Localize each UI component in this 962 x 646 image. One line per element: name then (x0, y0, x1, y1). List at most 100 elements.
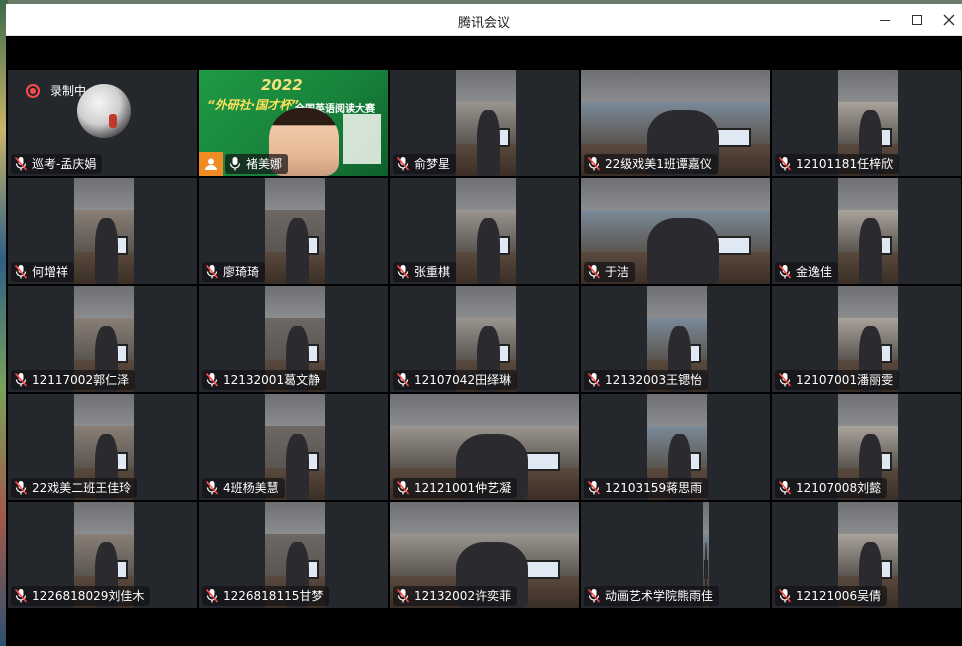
participant-name: 12132001葛文静 (223, 373, 321, 387)
participant-name-tag: 1226818115甘梦 (202, 586, 330, 606)
bottom-bar (6, 614, 962, 646)
mic-muted-icon (14, 480, 28, 495)
mic-muted-icon (396, 372, 410, 387)
participant-name-tag: 巡考-孟庆娟 (11, 154, 103, 174)
participant-tile[interactable]: 12121001仲艺凝 (390, 394, 579, 500)
mic-muted-icon (396, 264, 410, 279)
mic-muted-icon (14, 372, 28, 387)
participant-tile[interactable]: 录制中 巡考-孟庆娟 (8, 70, 197, 176)
participant-tile[interactable]: 张重棋 (390, 178, 579, 284)
meeting-window: 腾讯会议 录制中 巡考-孟庆娟 2022 “外研社·国才杯” 全国英语阅读大赛 褚美娜… (6, 4, 962, 646)
avatar (77, 84, 131, 138)
mic-icon (229, 157, 241, 171)
mic-muted-icon (587, 588, 601, 603)
mic-muted-icon (778, 264, 792, 279)
participant-name: 12132002许奕菲 (414, 589, 512, 603)
minimize-button[interactable] (875, 10, 895, 30)
participant-video (265, 178, 325, 284)
participant-tile[interactable]: 12117002郭仁泽 (8, 286, 197, 392)
participant-tile[interactable]: 12107042田绎琳 (390, 286, 579, 392)
participant-name: 金逸佳 (796, 265, 833, 279)
close-button[interactable] (939, 10, 959, 30)
participant-tile[interactable]: 22戏美二班王佳玲 (8, 394, 197, 500)
mic-muted-icon (205, 264, 219, 279)
window-title: 腾讯会议 (457, 16, 510, 31)
participant-tile[interactable]: 4班杨美慧 (199, 394, 388, 500)
participant-name-tag: 廖琦琦 (202, 262, 266, 282)
participant-name-tag: 12132003王锶怡 (584, 370, 709, 390)
participant-tile[interactable]: 动画艺术学院熊雨佳 (581, 502, 770, 608)
participant-tile[interactable]: 何增祥 (8, 178, 197, 284)
participant-tile[interactable]: 俞梦星 (390, 70, 579, 176)
participant-name-tag: 12117002郭仁泽 (11, 370, 136, 390)
participant-name: 4班杨美慧 (223, 481, 279, 495)
mic-muted-icon (205, 480, 219, 495)
participant-name: 1226818029刘佳木 (32, 589, 145, 603)
participant-name-tag: 12132002许奕菲 (393, 586, 518, 606)
participant-tile[interactable]: 于洁 (581, 178, 770, 284)
participant-name-tag: 12103159蒋思雨 (584, 478, 709, 498)
participant-name: 12107042田绎琳 (414, 373, 512, 387)
participant-name-tag: 12121006吴倩 (775, 586, 888, 606)
mic-muted-icon (205, 372, 219, 387)
maximize-icon (912, 15, 922, 25)
host-badge (199, 152, 223, 176)
participant-video (74, 178, 134, 284)
participant-name-tag: 褚美娜 (225, 154, 289, 174)
participant-name: 于洁 (605, 265, 630, 279)
participant-name-tag: 12107042田绎琳 (393, 370, 518, 390)
mic-muted-icon (778, 480, 792, 495)
participant-name: 12121001仲艺凝 (414, 481, 512, 495)
mic-muted-icon (205, 588, 219, 603)
participant-name-tag: 12101181任梓欣 (775, 154, 900, 174)
participant-name-tag: 12121001仲艺凝 (393, 478, 518, 498)
participant-name-tag: 金逸佳 (775, 262, 839, 282)
participant-name: 22级戏美1班谭嘉仪 (605, 157, 712, 171)
participant-tile[interactable]: 12132001葛文静 (199, 286, 388, 392)
mic-muted-icon (778, 372, 792, 387)
participant-tile[interactable]: 12103159蒋思雨 (581, 394, 770, 500)
mic-muted-icon (587, 156, 601, 171)
participant-name: 12101181任梓欣 (796, 157, 894, 171)
participant-tile[interactable]: 金逸佳 (772, 178, 961, 284)
participant-tile[interactable]: 12132002许奕菲 (390, 502, 579, 608)
participant-tile[interactable]: 12101181任梓欣 (772, 70, 961, 176)
participant-name: 何增祥 (32, 265, 69, 279)
participant-name: 12132003王锶怡 (605, 373, 703, 387)
participant-name-tag: 22戏美二班王佳玲 (11, 478, 138, 498)
maximize-button[interactable] (907, 10, 927, 30)
participant-name: 廖琦琦 (223, 265, 260, 279)
participant-tile[interactable]: 廖琦琦 (199, 178, 388, 284)
participant-name: 12107008刘懿 (796, 481, 882, 495)
participant-video (456, 178, 516, 284)
mic-muted-icon (587, 372, 601, 387)
mic-muted-icon (396, 156, 410, 171)
mic-muted-icon (587, 480, 601, 495)
participant-tile[interactable]: 12121006吴倩 (772, 502, 961, 608)
mic-muted-icon (778, 156, 792, 171)
title-bar: 腾讯会议 (6, 4, 962, 36)
participant-video (456, 70, 516, 176)
participant-name: 12103159蒋思雨 (605, 481, 703, 495)
participant-tile[interactable]: 22级戏美1班谭嘉仪 (581, 70, 770, 176)
mic-muted-icon (396, 588, 410, 603)
record-icon (26, 83, 40, 98)
participant-tile[interactable]: 12107001潘丽雯 (772, 286, 961, 392)
participant-tile[interactable]: 12107008刘懿 (772, 394, 961, 500)
participant-tile[interactable]: 1226818029刘佳木 (8, 502, 197, 608)
participant-tile[interactable]: 2022 “外研社·国才杯” 全国英语阅读大赛 褚美娜 (199, 70, 388, 176)
mic-muted-icon (14, 156, 28, 171)
minimize-icon (880, 20, 890, 21)
mic-muted-icon (396, 480, 410, 495)
participant-grid: 录制中 巡考-孟庆娟 2022 “外研社·国才杯” 全国英语阅读大赛 褚美娜 俞梦星 … (8, 70, 962, 610)
participant-name-tag: 12107008刘懿 (775, 478, 888, 498)
participant-tile[interactable]: 1226818115甘梦 (199, 502, 388, 608)
participant-name-tag: 张重棋 (393, 262, 457, 282)
participant-name: 褚美娜 (246, 157, 283, 171)
participant-name-tag: 何增祥 (11, 262, 75, 282)
participant-tile[interactable]: 12132003王锶怡 (581, 286, 770, 392)
banner-year: 2022 (261, 76, 303, 94)
mic-muted-icon (14, 588, 28, 603)
participant-name: 巡考-孟庆娟 (32, 157, 97, 171)
participant-name: 动画艺术学院熊雨佳 (605, 589, 714, 603)
